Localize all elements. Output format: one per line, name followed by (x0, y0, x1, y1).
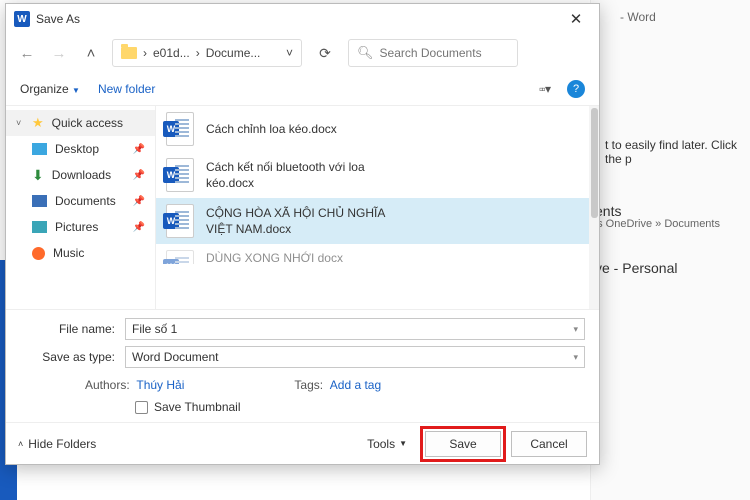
save-thumbnail-checkbox[interactable] (135, 401, 148, 414)
sidebar-item-downloads[interactable]: ⬇ Downloads 📌 (6, 162, 155, 188)
cancel-button[interactable]: Cancel (511, 431, 587, 457)
file-name: DÙNG XONG NHỚI docx (206, 250, 343, 264)
up-icon[interactable]: ˄ (80, 45, 102, 62)
file-list-pane: Cách chỉnh loa kéo.docx Cách kết nối blu… (156, 106, 599, 309)
chevron-down-icon[interactable]: ˅ (286, 46, 293, 60)
sidebar-item-label: Pictures (55, 220, 98, 234)
search-input[interactable] (380, 46, 509, 60)
save-as-dialog: W Save As ✕ ← → ˄ › e01d... › Docume... … (5, 3, 600, 465)
chevron-up-icon: ˄ (18, 439, 23, 449)
savetype-value: Word Document (132, 350, 218, 364)
authors-value[interactable]: Thúy Hải (136, 378, 184, 392)
star-icon: ★ (32, 115, 44, 131)
sidebar-item-quick-access[interactable]: ˅ ★ Quick access (6, 110, 155, 136)
chevron-down-icon[interactable]: ▾ (573, 324, 578, 335)
desktop-icon (32, 143, 47, 155)
breadcrumb-seg-1[interactable]: e01d... (153, 46, 190, 60)
word-app-icon: W (14, 11, 30, 27)
breadcrumb-seg-2[interactable]: Docume... (206, 46, 261, 60)
organize-menu[interactable]: Organize ▼ (20, 82, 80, 96)
dialog-toolbar: Organize ▼ New folder ▫▫ ▾ ? (6, 72, 599, 106)
sidebar-item-pictures[interactable]: Pictures 📌 (6, 214, 155, 240)
save-button[interactable]: Save (425, 431, 501, 457)
new-folder-button[interactable]: New folder (98, 82, 155, 96)
pin-icon: 📌 (133, 222, 145, 233)
file-item-selected[interactable]: CỘNG HÒA XÃ HỘI CHỦ NGHĨA VIỆT NAM.docx (156, 198, 589, 244)
sidebar-item-desktop[interactable]: Desktop 📌 (6, 136, 155, 162)
forward-icon[interactable]: → (48, 45, 70, 62)
sidebar-item-label: Music (53, 246, 84, 260)
dialog-titlebar: W Save As ✕ (6, 4, 599, 34)
authors-label: Authors: (85, 378, 130, 392)
tags-value[interactable]: Add a tag (330, 378, 381, 392)
dialog-navbar: ← → ˄ › e01d... › Docume... ˅ ⟳ 🔍︎ (6, 34, 599, 72)
documents-icon (32, 195, 47, 207)
word-background (590, 0, 750, 500)
breadcrumb[interactable]: › e01d... › Docume... ˅ (112, 39, 302, 67)
file-name: CỘNG HÒA XÃ HỘI CHỦ NGHĨA VIỆT NAM.docx (206, 205, 406, 237)
chevron-down-icon: ▼ (72, 86, 80, 95)
view-options-icon[interactable]: ▫▫ ▾ (539, 82, 549, 96)
filename-label: File name: (20, 322, 125, 336)
savetype-label: Save as type: (20, 350, 125, 364)
savetype-select[interactable]: Word Document ▾ (125, 346, 585, 368)
music-icon (32, 247, 45, 260)
sidebar-item-label: Downloads (52, 168, 111, 182)
word-doc-icon (166, 250, 194, 264)
chevron-down-icon[interactable]: ▾ (573, 352, 578, 363)
word-hint-text: t to easily find later. Click the p (605, 138, 750, 166)
word-doc-icon (166, 158, 194, 192)
close-icon[interactable]: ✕ (561, 10, 591, 28)
refresh-icon[interactable]: ⟳ (312, 45, 338, 62)
chevron-down-icon: ▼ (399, 439, 407, 448)
help-icon[interactable]: ? (567, 80, 585, 98)
sidebar-item-documents[interactable]: Documents 📌 (6, 188, 155, 214)
word-onedrive-personal: ve - Personal (595, 260, 677, 276)
pin-icon: 📌 (133, 196, 145, 207)
word-close-nav[interactable]: Close (40, 477, 73, 492)
chevron-down-icon: ˅ (16, 118, 24, 128)
word-app-title: - Word (620, 10, 656, 24)
word-doc-icon (166, 204, 194, 238)
scrollbar[interactable] (589, 106, 599, 309)
filename-input[interactable]: File số 1 ▾ (125, 318, 585, 340)
hide-folders-toggle[interactable]: ˄Hide Folders (18, 437, 96, 451)
sidebar-item-label: Quick access (52, 116, 123, 130)
file-name: Cách kết nối bluetooth với loa kéo.docx (206, 159, 406, 191)
pictures-icon (32, 221, 47, 233)
search-box[interactable]: 🔍︎ (348, 39, 518, 67)
chevron-right-icon: › (196, 46, 200, 60)
dialog-footer: ˄Hide Folders Tools ▼ Save Cancel (6, 422, 599, 464)
sidebar-item-music[interactable]: Music (6, 240, 155, 266)
sidebar-item-label: Documents (55, 194, 116, 208)
sidebar-item-label: Desktop (55, 142, 99, 156)
pin-icon: 📌 (133, 144, 145, 155)
file-name: Cách chỉnh loa kéo.docx (206, 121, 337, 137)
pin-icon: 📌 (133, 170, 145, 181)
file-item[interactable]: Cách chỉnh loa kéo.docx (156, 106, 589, 152)
file-item[interactable]: DÙNG XONG NHỚI docx (156, 244, 589, 264)
sidebar: ˅ ★ Quick access Desktop 📌 ⬇ Downloads 📌… (6, 106, 156, 309)
scrollbar-thumb[interactable] (591, 108, 598, 218)
filename-value: File số 1 (132, 322, 177, 336)
folder-icon (121, 47, 137, 59)
word-onedrive-path: 's OneDrive » Documents (595, 218, 720, 230)
tags-label: Tags: (294, 378, 323, 392)
dialog-fields: File name: File số 1 ▾ Save as type: Wor… (6, 309, 599, 422)
download-icon: ⬇ (32, 170, 44, 180)
dialog-title: Save As (36, 12, 561, 26)
back-icon[interactable]: ← (16, 45, 38, 62)
search-icon: 🔍︎ (357, 45, 374, 61)
save-thumbnail-label: Save Thumbnail (154, 400, 241, 414)
chevron-right-icon: › (143, 46, 147, 60)
word-doc-icon (166, 112, 194, 146)
file-item[interactable]: Cách kết nối bluetooth với loa kéo.docx (156, 152, 589, 198)
tools-menu[interactable]: Tools ▼ (367, 437, 407, 451)
